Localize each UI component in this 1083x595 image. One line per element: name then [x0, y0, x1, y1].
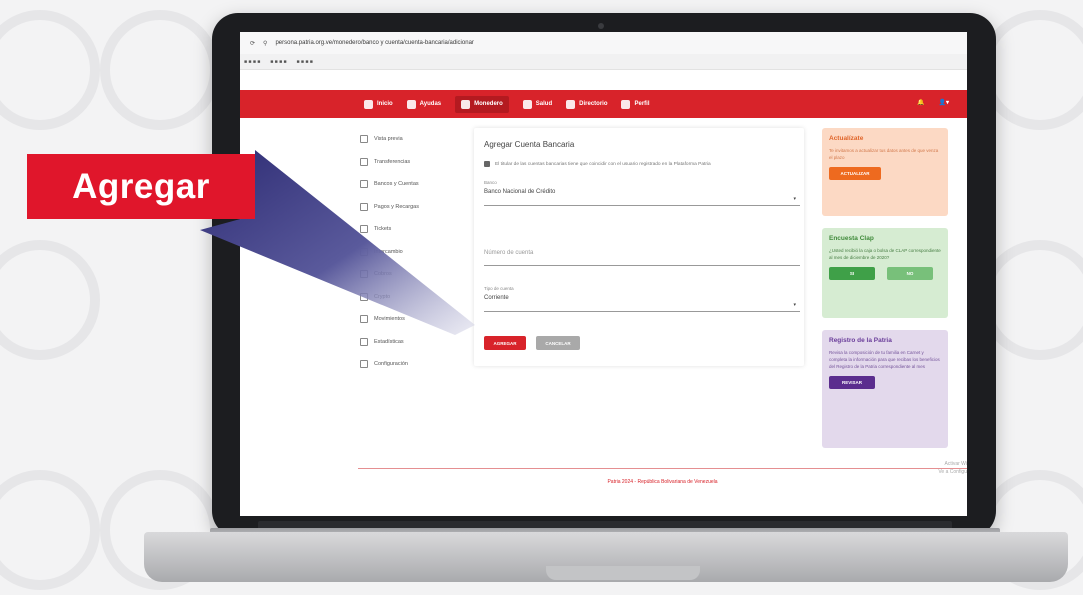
callout-label: Agregar	[27, 154, 255, 219]
bookmark-3[interactable]: ■ ■ ■ ■	[297, 59, 313, 65]
sidebar-item[interactable]: Crypto	[360, 286, 456, 309]
chart-icon	[360, 337, 368, 346]
cobro-icon	[360, 270, 368, 279]
nav-item-perfil[interactable]: Perfil	[621, 99, 650, 109]
nav-item-monedero[interactable]: Monedero	[455, 95, 509, 113]
no-button[interactable]: NO	[887, 267, 933, 280]
sidebar-item[interactable]: Bancos y Cuentas	[360, 173, 456, 196]
health-icon	[522, 99, 532, 109]
account-number-input[interactable]: Número de cuenta	[484, 246, 800, 266]
crypto-icon	[360, 292, 368, 301]
sidebar-item[interactable]: Configuración	[360, 353, 456, 376]
screen: ⟳ ⚲ persona.patria.org.ve/monedero/banco…	[240, 32, 967, 516]
nav-item-directorio[interactable]: Directorio	[566, 99, 607, 109]
laptop-notch	[546, 566, 700, 580]
settings-icon	[360, 360, 368, 369]
home-icon	[364, 99, 373, 109]
site-info-icon[interactable]: ⚲	[263, 40, 267, 47]
camera-icon	[598, 23, 604, 29]
sidebar-item[interactable]: Movimientos	[360, 308, 456, 331]
owner-checkbox[interactable]: El titular de las cuentas bancarias tien…	[484, 161, 711, 167]
update-panel: Actualízate Te invitamos a actualizar tu…	[822, 128, 948, 216]
ticket-icon	[360, 225, 368, 234]
user-icon	[621, 99, 631, 109]
account-type-select[interactable]: Tipo de cuenta Corriente ▾	[484, 286, 800, 312]
dropdown-arrow-icon: ▾	[793, 302, 796, 308]
cancel-button[interactable]: CANCELAR	[536, 336, 580, 350]
url-text[interactable]: persona.patria.org.ve/monedero/banco y c…	[275, 40, 473, 46]
dropdown-arrow-icon: ▾	[793, 196, 796, 202]
directory-icon	[566, 99, 576, 109]
payment-icon	[360, 202, 368, 211]
list-icon	[360, 315, 368, 324]
bookmark-1[interactable]: ■ ■ ■ ■	[244, 59, 260, 65]
bookmark-2[interactable]: ■ ■ ■ ■	[270, 59, 286, 65]
sidebar: Vista previa Transferencias Bancos y Cue…	[360, 128, 456, 376]
gear-icon	[406, 99, 416, 109]
account-icon[interactable]: 👤▾	[939, 99, 949, 106]
transfer-icon	[360, 157, 368, 166]
eye-icon	[360, 135, 368, 144]
nav-item-inicio[interactable]: Inicio	[364, 99, 393, 109]
reload-icon[interactable]: ⟳	[250, 40, 255, 47]
bell-icon[interactable]: 🔔	[917, 99, 924, 106]
nav-item-ayudas[interactable]: Ayudas	[406, 99, 441, 109]
nav-item-salud[interactable]: Salud	[522, 99, 552, 109]
bookmarks-bar: ■ ■ ■ ■ ■ ■ ■ ■ ■ ■ ■ ■	[240, 54, 967, 70]
sidebar-item[interactable]: Estadísticas	[360, 331, 456, 354]
sidebar-item[interactable]: Transferencias	[360, 151, 456, 174]
footer: Patria 2024 - República Bolivariana de V…	[358, 468, 967, 485]
activation-watermark: Activar Wi Ve a Configu	[938, 461, 967, 475]
wallet-icon	[461, 99, 471, 109]
sidebar-item[interactable]: Intercambio	[360, 241, 456, 264]
exchange-icon	[360, 247, 368, 256]
sidebar-item[interactable]: Pagos y Recargas	[360, 196, 456, 219]
bank-select[interactable]: Banco Banco Nacional de Crédito ▾	[484, 180, 800, 206]
address-bar[interactable]: ⟳ ⚲ persona.patria.org.ve/monedero/banco…	[240, 32, 967, 54]
add-account-form: Agregar Cuenta Bancaria El titular de la…	[474, 128, 804, 366]
clap-survey-panel: Encuesta Clap ¿Usted recibió la caja o b…	[822, 228, 948, 318]
bank-icon	[360, 180, 368, 189]
sidebar-item[interactable]: Vista previa	[360, 128, 456, 151]
sidebar-item[interactable]: Cobros	[360, 263, 456, 286]
add-button[interactable]: AGREGAR	[484, 336, 526, 350]
review-button[interactable]: REVISAR	[829, 376, 875, 389]
sidebar-item[interactable]: Tickets	[360, 218, 456, 241]
checkbox-icon[interactable]	[484, 161, 490, 167]
patria-registry-panel: Registro de la Patria Revisa la composic…	[822, 330, 948, 448]
main-nav: Inicio Ayudas Monedero Salud Directorio …	[240, 90, 967, 118]
update-button[interactable]: ACTUALIZAR	[829, 167, 881, 180]
form-title: Agregar Cuenta Bancaria	[484, 140, 575, 149]
yes-button[interactable]: SI	[829, 267, 875, 280]
